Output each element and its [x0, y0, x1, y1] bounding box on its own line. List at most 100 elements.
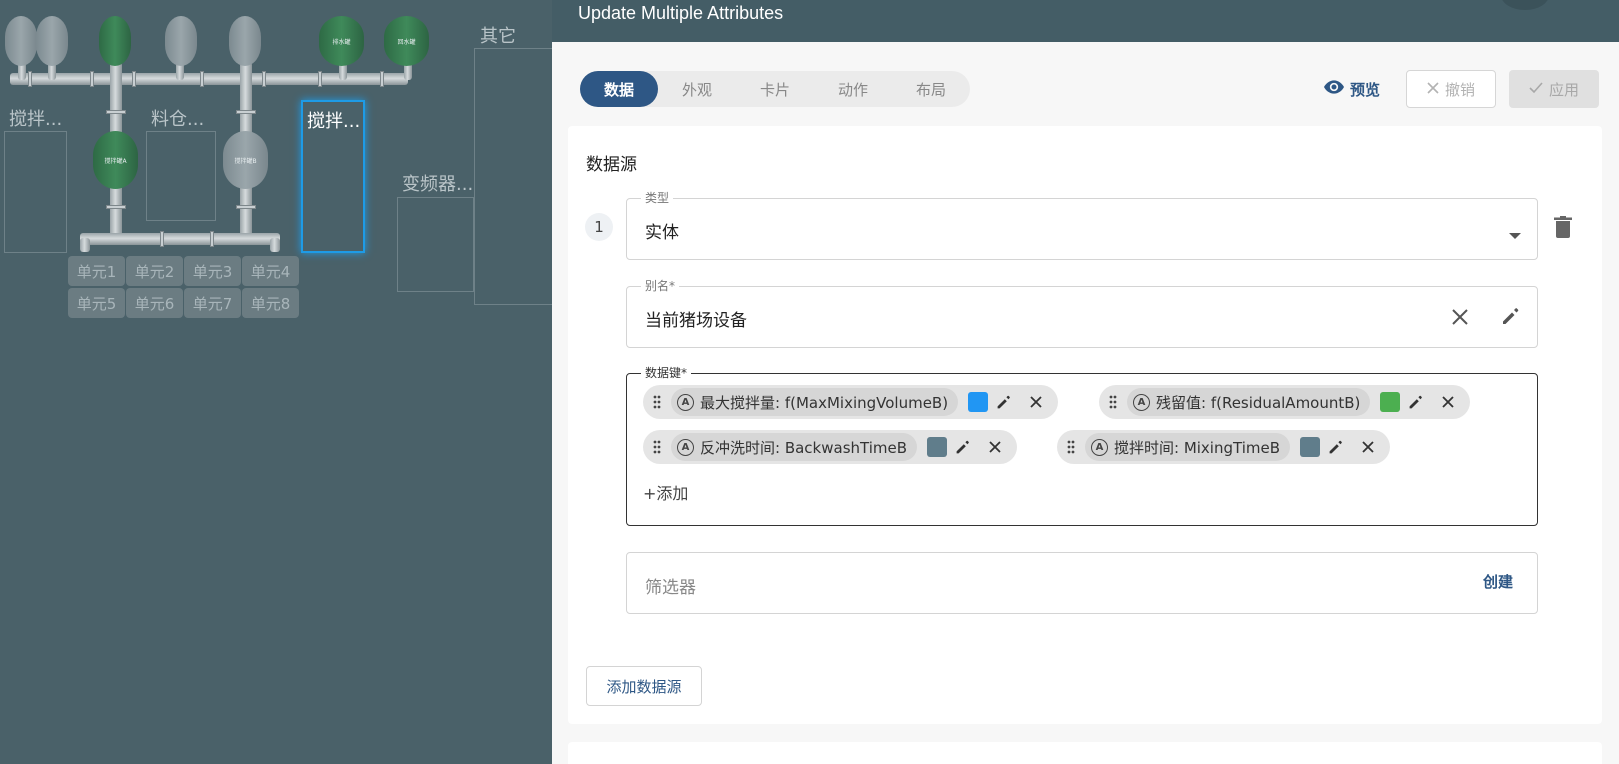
remove-icon[interactable] — [979, 430, 1011, 464]
tab-appearance[interactable]: 外观 — [658, 71, 736, 107]
tab-data[interactable]: 数据 — [580, 71, 658, 107]
data-key-text: 反冲洗时间: BackwashTimeB — [700, 438, 908, 457]
edit-icon[interactable] — [1320, 430, 1352, 464]
tank — [99, 16, 131, 66]
unit-tile: 单元8 — [242, 288, 299, 318]
pipe-flange — [90, 71, 94, 87]
dashboard-backdrop: 排水罐 回水罐 搅拌罐A 搅拌罐B 搅拌... 料仓... 搅拌... 变频器.… — [0, 0, 554, 764]
header-avatar[interactable] — [1501, 0, 1549, 10]
filter-placeholder: 筛选器 — [645, 578, 696, 598]
bottom-pipe — [80, 233, 280, 245]
data-key-chip[interactable]: A 反冲洗时间: BackwashTimeB — [643, 430, 1018, 464]
close-icon — [1427, 80, 1439, 98]
pipe-flange — [106, 110, 126, 114]
alias-field[interactable]: 别名* 当前猪场设备 — [626, 277, 1538, 348]
group-box — [474, 48, 554, 305]
tank-label: 排水罐 — [332, 38, 351, 46]
color-swatch[interactable] — [968, 392, 989, 412]
pipe-flange — [262, 71, 266, 87]
tank-mixer-a: 搅拌罐A — [93, 131, 138, 189]
attribute-icon: A — [1091, 438, 1108, 456]
pipe-flange — [380, 71, 384, 87]
data-key-label: A 残留值: f(ResidualAmountB) — [1127, 388, 1371, 416]
dropdown-arrow-icon — [1509, 225, 1521, 244]
alias-label: 别名* — [641, 277, 680, 294]
panel-title: Update Multiple Attributes — [578, 3, 784, 23]
delete-icon[interactable] — [1554, 216, 1576, 242]
remove-icon[interactable] — [1432, 385, 1464, 419]
datasource-index: 1 — [585, 213, 613, 241]
unit-tile: 单元6 — [126, 288, 183, 318]
keys-label: 数据键* — [641, 364, 692, 381]
alias-value: 当前猪场设备 — [645, 311, 747, 331]
drag-handle-icon[interactable] — [643, 440, 671, 454]
tank-mixer-b: 搅拌罐B — [223, 131, 268, 189]
tab-card[interactable]: 卡片 — [736, 71, 814, 107]
type-value: 实体 — [645, 223, 679, 243]
data-key-label: A 搅拌时间: MixingTimeB — [1085, 433, 1291, 461]
unit-tile: 单元3 — [184, 256, 241, 286]
edit-icon[interactable] — [988, 385, 1020, 419]
update-attributes-panel: Update Multiple Attributes 数据 外观 卡片 动作 布… — [552, 0, 1619, 764]
clear-icon[interactable] — [1451, 308, 1469, 330]
tank-label: 搅拌罐B — [234, 157, 257, 165]
pipe-flange — [210, 231, 214, 247]
pipe-flange — [106, 205, 126, 209]
pipe-flange — [318, 71, 322, 87]
check-icon — [1529, 80, 1543, 98]
section-title: 数据源 — [586, 155, 637, 175]
datasource-type-select[interactable]: 类型 实体 — [626, 189, 1538, 260]
drag-handle-icon[interactable] — [1099, 395, 1127, 409]
unit-tile: 单元2 — [126, 256, 183, 286]
add-key-button[interactable]: +添加 — [643, 480, 688, 504]
data-keys-field[interactable]: 数据键* A 最大搅拌量: f(MaxMixingVolumeB) A 残留值:… — [626, 364, 1538, 526]
settings-tabs: 数据 外观 卡片 动作 布局 — [580, 71, 970, 107]
edit-icon[interactable] — [1501, 306, 1521, 330]
data-key-text: 搅拌时间: MixingTimeB — [1114, 438, 1281, 457]
tank — [5, 16, 37, 66]
data-key-chip[interactable]: A 残留值: f(ResidualAmountB) — [1099, 385, 1471, 419]
apply-button[interactable]: 应用 — [1509, 70, 1599, 108]
color-swatch[interactable] — [1300, 437, 1321, 457]
undo-label: 撤销 — [1444, 80, 1475, 99]
group-box — [146, 131, 216, 221]
selected-widget[interactable] — [301, 100, 365, 253]
color-swatch[interactable] — [927, 437, 948, 457]
attribute-icon: A — [1133, 393, 1150, 411]
drag-handle-icon[interactable] — [1057, 440, 1085, 454]
filter-field[interactable]: 筛选器 创建 — [626, 552, 1538, 614]
attribute-icon: A — [677, 393, 694, 411]
pipe-flange — [236, 110, 256, 114]
tank — [165, 16, 197, 66]
tank-drain: 排水罐 — [319, 16, 364, 66]
preview-label: 预览 — [1350, 80, 1381, 99]
data-key-chip[interactable]: A 最大搅拌量: f(MaxMixingVolumeB) — [643, 385, 1059, 419]
data-key-label: A 反冲洗时间: BackwashTimeB — [671, 433, 918, 461]
group-label: 变频器... — [402, 174, 474, 195]
undo-button[interactable]: 撤销 — [1406, 70, 1496, 108]
tab-layout[interactable]: 布局 — [892, 71, 970, 107]
edit-icon[interactable] — [1400, 385, 1432, 419]
group-label: 料仓... — [151, 109, 205, 130]
add-datasource-button[interactable]: 添加数据源 — [586, 666, 702, 706]
tank — [229, 16, 261, 66]
drag-handle-icon[interactable] — [643, 395, 671, 409]
eye-icon — [1324, 80, 1344, 98]
preview-button[interactable]: 预览 — [1324, 76, 1380, 102]
tank-return: 回水罐 — [384, 16, 429, 66]
group-box — [4, 131, 67, 253]
type-label: 类型 — [641, 189, 674, 206]
remove-icon[interactable] — [1352, 430, 1384, 464]
data-key-chip[interactable]: A 搅拌时间: MixingTimeB — [1057, 430, 1391, 464]
top-pipe — [10, 73, 408, 85]
tab-actions[interactable]: 动作 — [814, 71, 892, 107]
remove-icon[interactable] — [1020, 385, 1052, 419]
pipe-flange — [132, 71, 136, 87]
tank-label: 搅拌罐A — [104, 157, 127, 165]
color-swatch[interactable] — [1380, 392, 1401, 412]
edit-icon[interactable] — [947, 430, 979, 464]
next-section-card — [568, 742, 1602, 764]
unit-tile: 单元7 — [184, 288, 241, 318]
filter-create-button[interactable]: 创建 — [1483, 571, 1513, 592]
bottom-drop — [80, 238, 90, 252]
